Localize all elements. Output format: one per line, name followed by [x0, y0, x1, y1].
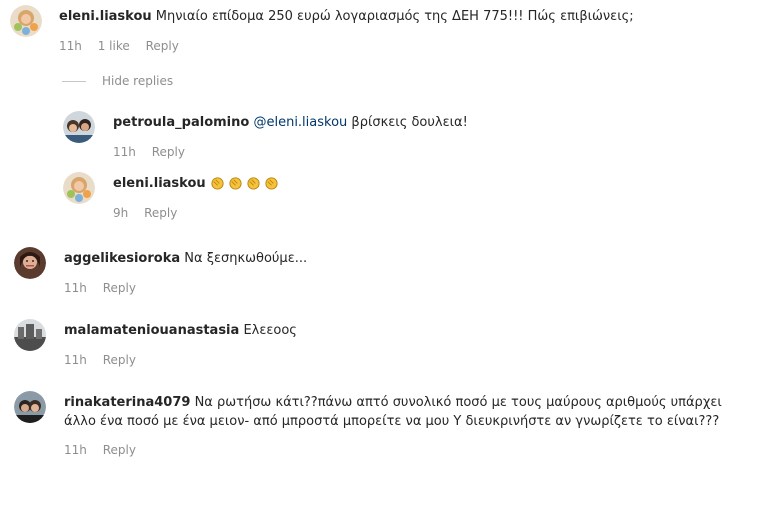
avatar[interactable] [14, 319, 46, 351]
comment-text: Ελεεοος [243, 323, 297, 338]
comment-text: βρίσκεις δουλεια! [351, 115, 468, 130]
clapping-hands-icon [265, 177, 278, 190]
username-link[interactable]: aggelikesioroka [64, 251, 180, 266]
avatar[interactable] [14, 247, 46, 279]
comment-text-line: malamateniouanastasia Ελεεοος [64, 321, 297, 340]
comment-text-line: eleni.liaskou [113, 174, 282, 193]
comment-meta: 11h Reply [113, 144, 197, 160]
comment-text-line: petroula_palomino @eleni.liaskou βρίσκει… [113, 113, 468, 132]
avatar[interactable] [14, 391, 46, 423]
reply-button[interactable]: Reply [103, 281, 136, 295]
comment-time: 11h [59, 39, 82, 53]
username-link[interactable]: eleni.liaskou [113, 176, 206, 191]
reply-button[interactable]: Reply [152, 145, 185, 159]
comment-text: Να ξεσηκωθούμε... [184, 251, 308, 266]
username-link[interactable]: rinakaterina4079 [64, 395, 190, 410]
comment-text-line: eleni.liaskou Μηνιαίο επίδομα 250 ευρώ λ… [59, 7, 634, 26]
comment-time: 11h [64, 353, 87, 367]
emoji-group [210, 176, 282, 191]
hide-replies-button[interactable]: Hide replies [62, 73, 173, 89]
comment-text: Μηνιαίο επίδομα 250 ευρώ λογαριασμός της… [155, 9, 634, 24]
comment-time: 11h [64, 281, 87, 295]
username-link[interactable]: petroula_palomino [113, 115, 249, 130]
username-link[interactable]: malamateniouanastasia [64, 323, 239, 338]
likes-count[interactable]: 1 like [98, 39, 130, 53]
mention-link[interactable]: @eleni.liaskou [253, 115, 347, 130]
comment-text-line: aggelikesioroka Να ξεσηκωθούμε... [64, 249, 307, 268]
avatar[interactable] [10, 5, 42, 37]
comment-time: 11h [113, 145, 136, 159]
reply-button[interactable]: Reply [103, 353, 136, 367]
reply-button[interactable]: Reply [103, 443, 136, 457]
comment-meta: 9h Reply [113, 205, 189, 221]
divider [62, 81, 86, 82]
comment-meta: 11h 1 like Reply [59, 38, 191, 54]
comment-time: 9h [113, 206, 129, 220]
avatar[interactable] [63, 172, 95, 204]
clapping-hands-icon [229, 177, 242, 190]
clapping-hands-icon [211, 177, 224, 190]
comment-time: 11h [64, 443, 87, 457]
comment-text-line: rinakaterina4079 Να ρωτήσω κάτι??πάνω απ… [64, 393, 724, 431]
comment-meta: 11h Reply [64, 352, 148, 368]
username-link[interactable]: eleni.liaskou [59, 9, 152, 24]
reply-button[interactable]: Reply [144, 206, 177, 220]
clapping-hands-icon [247, 177, 260, 190]
avatar[interactable] [63, 111, 95, 143]
comment-meta: 11h Reply [64, 442, 148, 458]
hide-replies-label: Hide replies [102, 74, 174, 88]
comment-meta: 11h Reply [64, 280, 148, 296]
reply-button[interactable]: Reply [146, 39, 179, 53]
